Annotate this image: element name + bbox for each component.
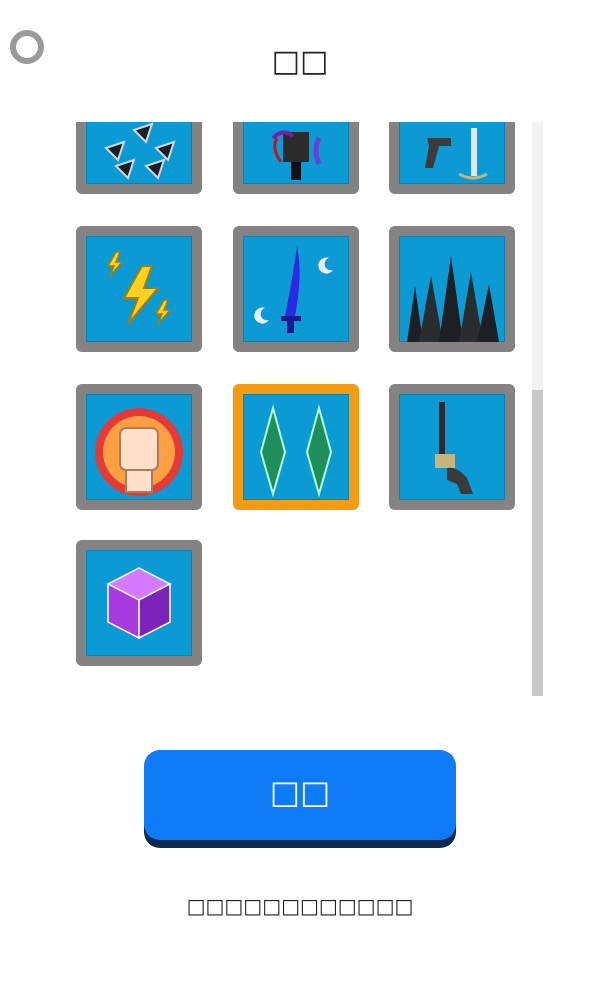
item-tile[interactable] xyxy=(76,384,202,510)
scrollbar[interactable] xyxy=(532,122,543,696)
green-crystal-blades-icon xyxy=(259,404,333,498)
revolver-icon xyxy=(435,402,473,494)
footer-note: □□□□□□□□□□□□ xyxy=(186,894,414,918)
lightning-icon xyxy=(106,251,172,325)
moon-sword-icon xyxy=(254,246,333,333)
purple-cube-icon xyxy=(106,567,172,640)
item-tile[interactable] xyxy=(76,122,202,194)
item-tile[interactable] xyxy=(389,122,515,194)
item-tile-selected[interactable] xyxy=(233,384,359,510)
item-tile[interactable] xyxy=(233,122,359,194)
black-spikes-icon xyxy=(407,256,499,342)
page-title: □□ xyxy=(271,44,329,79)
shuriken-icon xyxy=(104,122,176,180)
item-tile[interactable] xyxy=(76,226,202,352)
item-tile[interactable] xyxy=(389,226,515,352)
item-tile[interactable] xyxy=(389,384,515,510)
primary-action-button[interactable]: □□ xyxy=(144,750,456,840)
flintlock-and-sword-icon xyxy=(425,128,488,180)
item-tile[interactable] xyxy=(233,226,359,352)
item-grid-scroll[interactable] xyxy=(68,122,544,696)
fist-icon xyxy=(95,408,183,496)
item-tile[interactable] xyxy=(76,540,202,666)
dark-blade-icon xyxy=(271,130,322,180)
scrollbar-thumb[interactable] xyxy=(532,390,543,696)
